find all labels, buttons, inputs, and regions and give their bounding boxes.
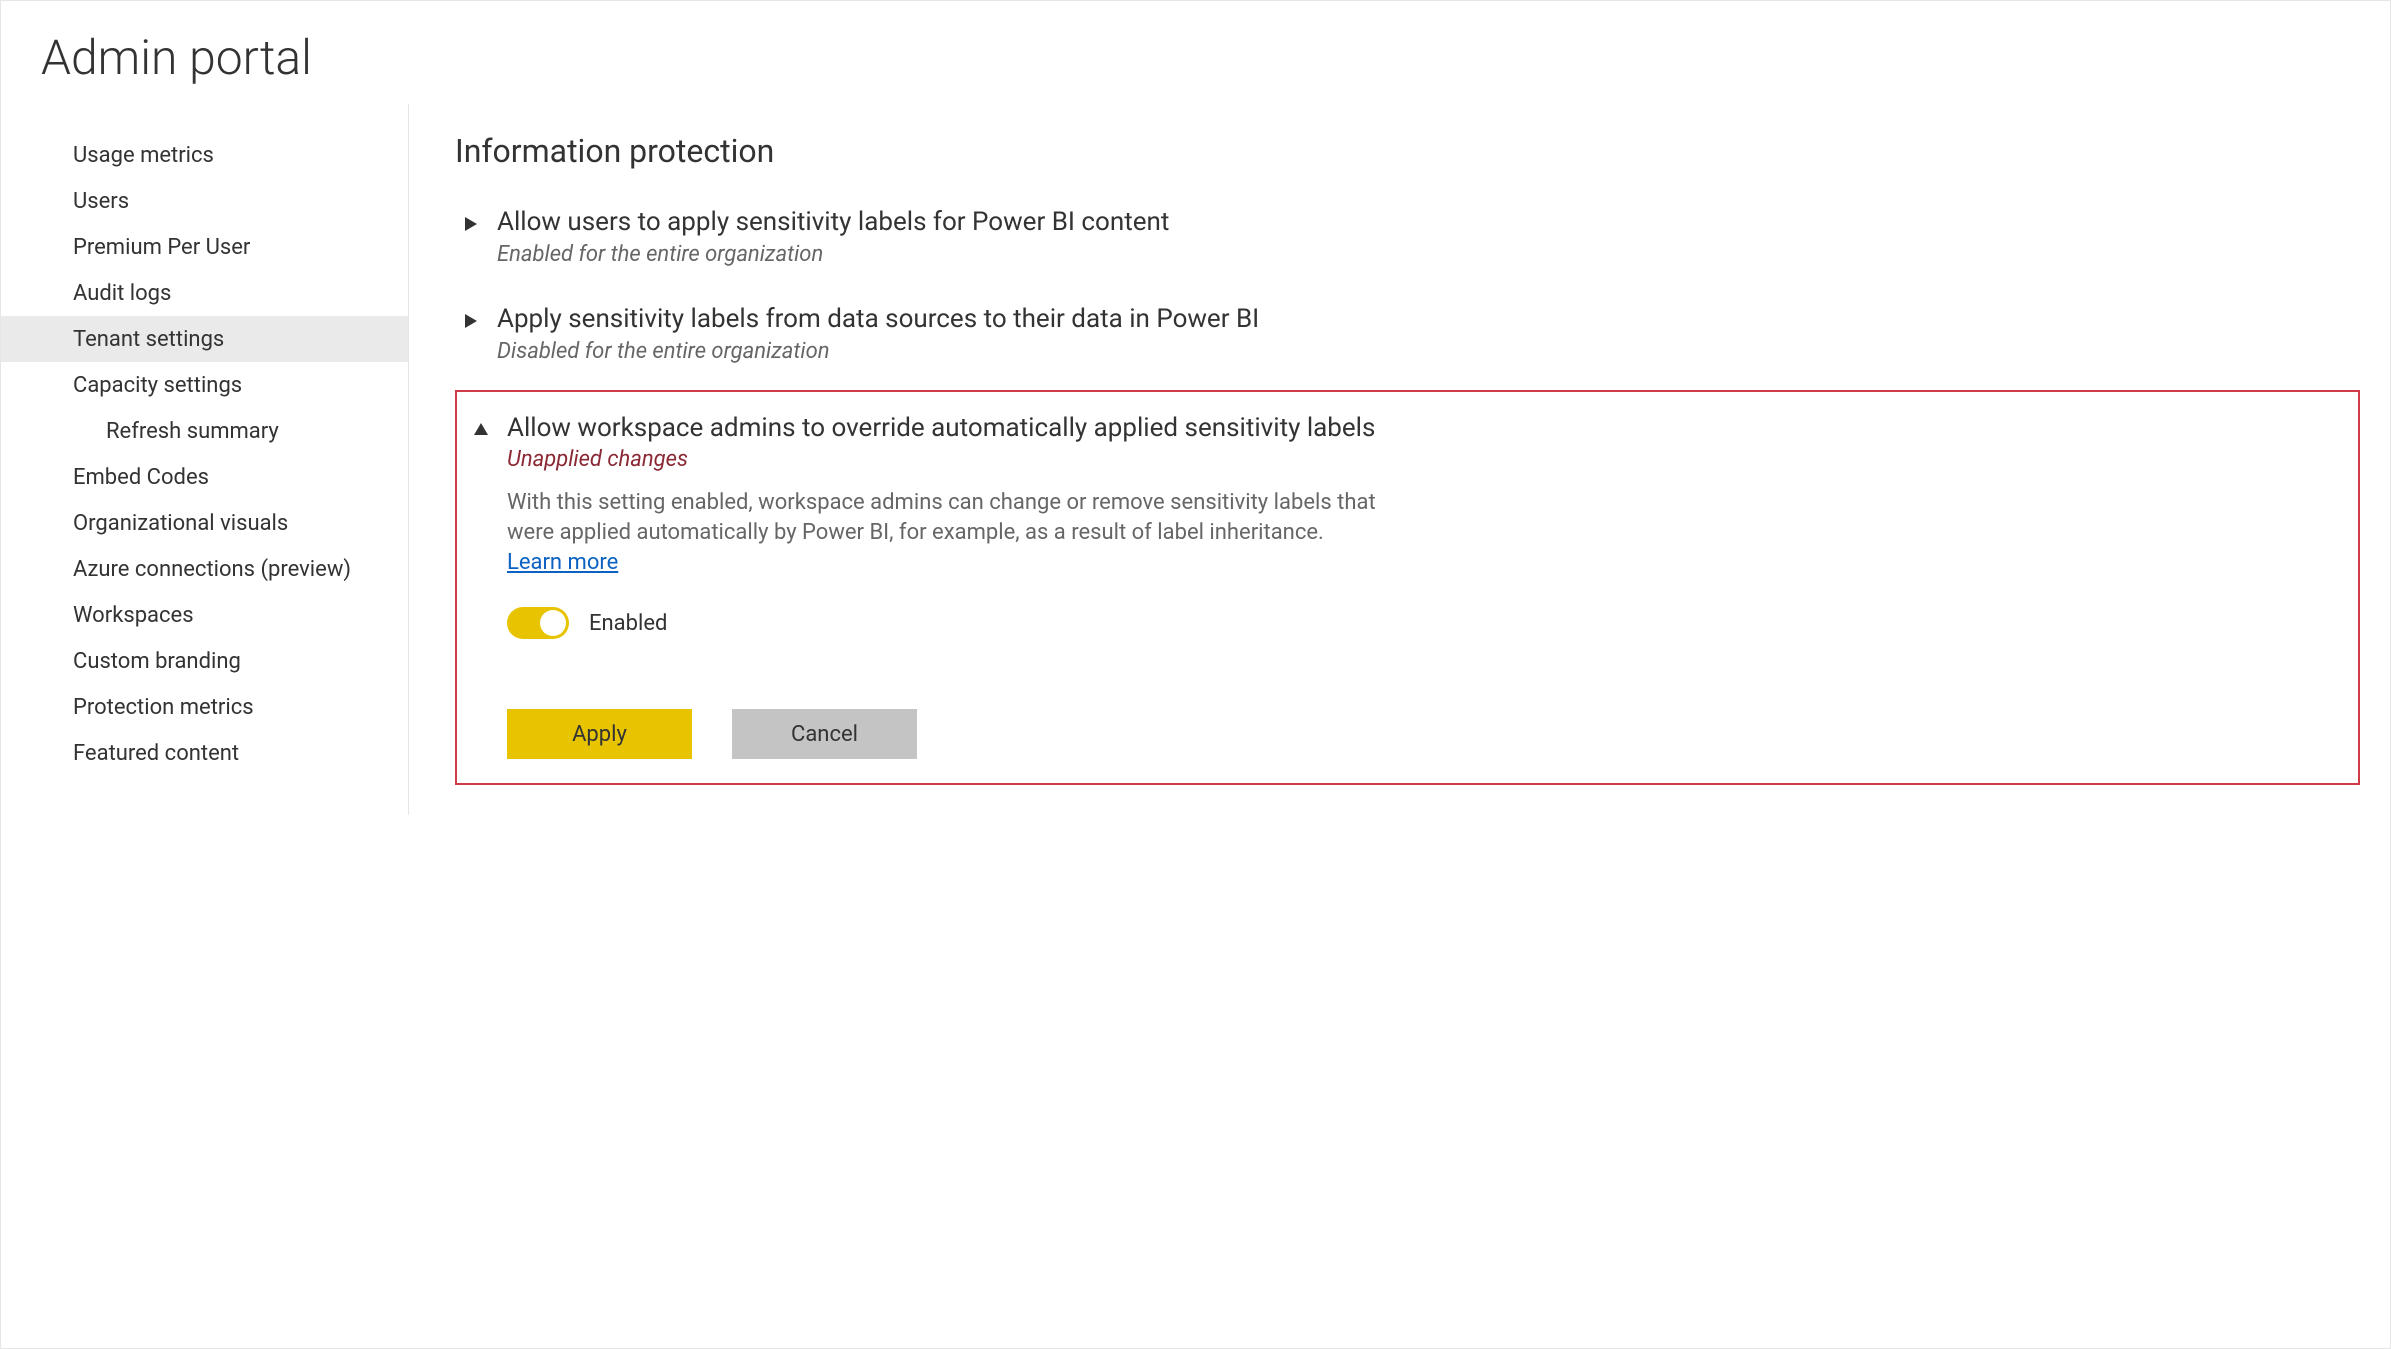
- sidebar-item-featured-content[interactable]: Featured content: [1, 730, 408, 776]
- sidebar-item-capacity-settings[interactable]: Capacity settings: [1, 362, 408, 408]
- setting-body: Allow users to apply sensitivity labels …: [497, 206, 2352, 267]
- setting-apply-from-data-sources[interactable]: Apply sensitivity labels from data sourc…: [455, 293, 2360, 374]
- sidebar-item-label: Audit logs: [73, 281, 171, 306]
- setting-body: Allow workspace admins to override autom…: [507, 412, 2338, 760]
- setting-title: Allow users to apply sensitivity labels …: [497, 206, 2352, 240]
- sidebar-item-label: Tenant settings: [73, 327, 224, 352]
- toggle-knob: [540, 610, 566, 636]
- apply-button[interactable]: Apply: [507, 709, 692, 759]
- setting-description-text: With this setting enabled, workspace adm…: [507, 490, 1376, 545]
- sidebar-item-label: Embed Codes: [73, 465, 209, 490]
- sidebar-item-tenant-settings[interactable]: Tenant settings: [1, 316, 408, 362]
- collapse-up-icon: [473, 423, 489, 435]
- sidebar-item-label: Users: [73, 189, 129, 214]
- sidebar-item-label: Capacity settings: [73, 373, 242, 398]
- sidebar-item-azure-connections[interactable]: Azure connections (preview): [1, 546, 408, 592]
- setting-status: Disabled for the entire organization: [497, 339, 2352, 364]
- sidebar-item-label: Protection metrics: [73, 695, 254, 720]
- sidebar-item-label: Premium Per User: [73, 235, 250, 260]
- sidebar-item-label: Organizational visuals: [73, 511, 288, 536]
- page-title: Admin portal: [1, 25, 2390, 104]
- sidebar-item-custom-branding[interactable]: Custom branding: [1, 638, 408, 684]
- enabled-toggle[interactable]: [507, 607, 569, 639]
- toggle-row: Enabled: [507, 607, 2338, 639]
- main-content: Information protection Allow users to ap…: [409, 104, 2390, 815]
- sidebar-item-usage-metrics[interactable]: Usage metrics: [1, 132, 408, 178]
- learn-more-link[interactable]: Learn more: [507, 550, 618, 575]
- setting-body: Apply sensitivity labels from data sourc…: [497, 303, 2352, 364]
- setting-description: With this setting enabled, workspace adm…: [507, 488, 1387, 577]
- sidebar-item-label: Workspaces: [73, 603, 194, 628]
- setting-allow-override-automatic[interactable]: Allow workspace admins to override autom…: [465, 402, 2346, 760]
- sidebar-item-workspaces[interactable]: Workspaces: [1, 592, 408, 638]
- setting-status: Enabled for the entire organization: [497, 242, 2352, 267]
- expand-right-icon: [463, 314, 479, 328]
- section-heading: Information protection: [455, 132, 2360, 170]
- sidebar-item-embed-codes[interactable]: Embed Codes: [1, 454, 408, 500]
- setting-title: Apply sensitivity labels from data sourc…: [497, 303, 2352, 337]
- sidebar-item-organizational-visuals[interactable]: Organizational visuals: [1, 500, 408, 546]
- setting-allow-users-apply-sensitivity[interactable]: Allow users to apply sensitivity labels …: [455, 196, 2360, 277]
- sidebar-item-audit-logs[interactable]: Audit logs: [1, 270, 408, 316]
- setting-title: Allow workspace admins to override autom…: [507, 412, 2338, 446]
- button-row: Apply Cancel: [507, 709, 2338, 759]
- sidebar-item-label: Featured content: [73, 741, 239, 766]
- sidebar-item-label: Refresh summary: [106, 419, 279, 444]
- toggle-state-label: Enabled: [589, 611, 667, 636]
- sidebar-item-protection-metrics[interactable]: Protection metrics: [1, 684, 408, 730]
- cancel-button[interactable]: Cancel: [732, 709, 917, 759]
- sidebar-item-users[interactable]: Users: [1, 178, 408, 224]
- sidebar-item-premium-per-user[interactable]: Premium Per User: [1, 224, 408, 270]
- admin-portal-page: Admin portal Usage metrics Users Premium…: [1, 1, 2390, 1348]
- expand-right-icon: [463, 217, 479, 231]
- sidebar-item-refresh-summary[interactable]: Refresh summary: [1, 408, 408, 454]
- content-row: Usage metrics Users Premium Per User Aud…: [1, 104, 2390, 815]
- unapplied-changes-label: Unapplied changes: [507, 447, 2338, 472]
- sidebar-nav: Usage metrics Users Premium Per User Aud…: [1, 104, 409, 815]
- setting-allow-override-automatic-highlight: Allow workspace admins to override autom…: [455, 390, 2360, 786]
- sidebar-item-label: Azure connections (preview): [73, 557, 351, 582]
- sidebar-item-label: Custom branding: [73, 649, 241, 674]
- sidebar-item-label: Usage metrics: [73, 143, 214, 168]
